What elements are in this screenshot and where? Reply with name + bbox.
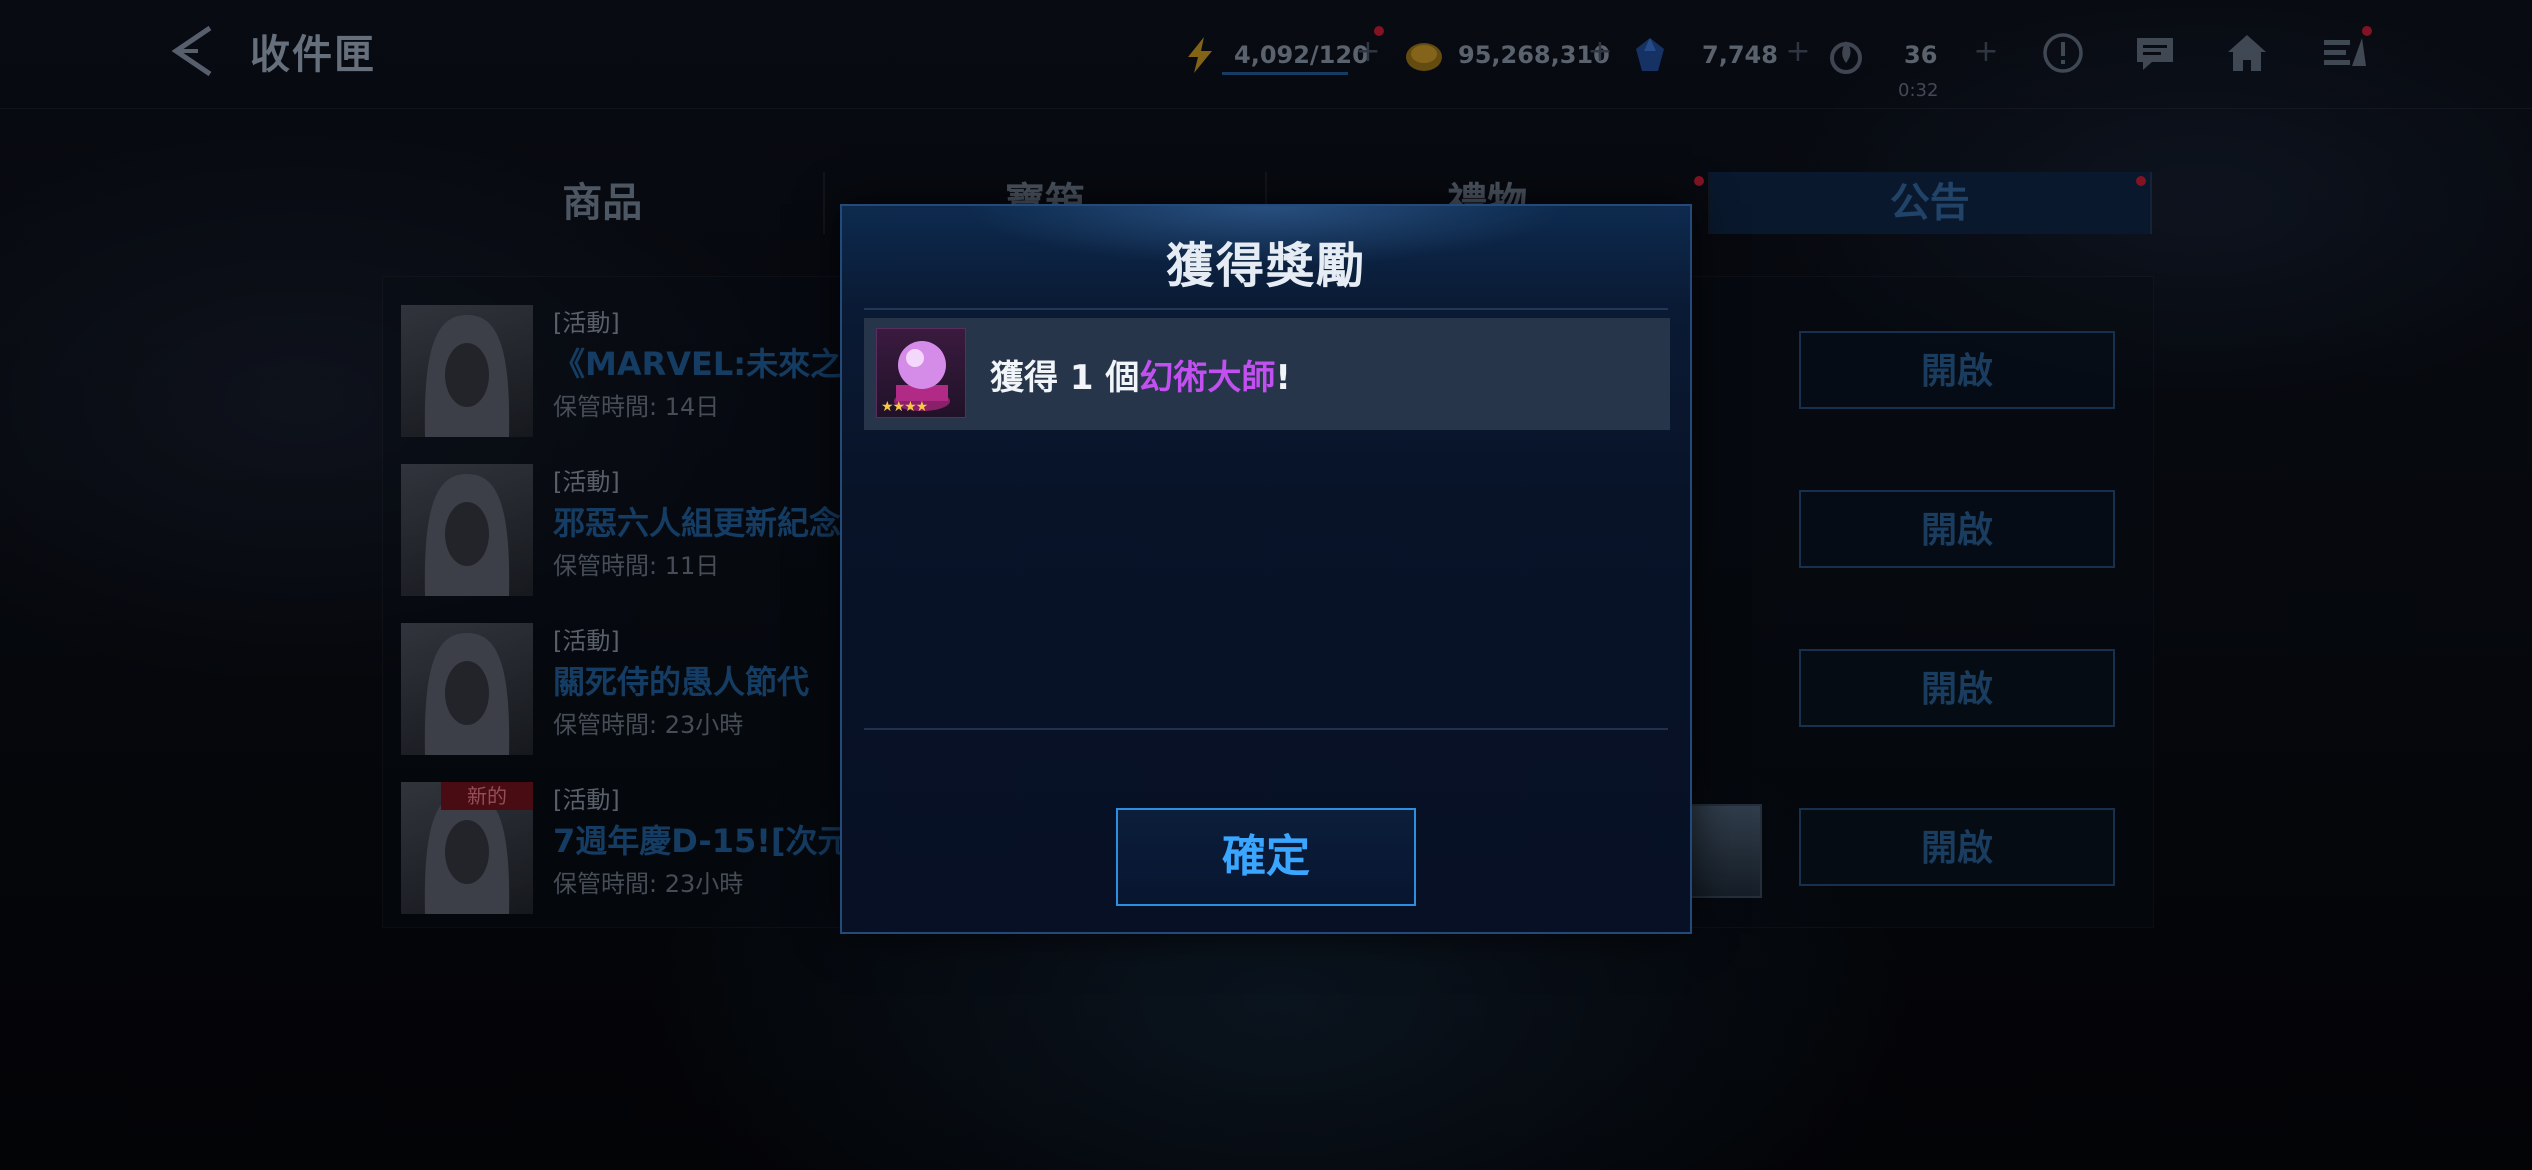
reward-item-row: ★★★★ 獲得 1 個幻術大師! [864, 318, 1670, 430]
star-rating: ★★★★ [881, 399, 928, 415]
reward-item-name: 幻術大師 [1139, 358, 1276, 398]
reward-dialog: 獲得獎勵 ★★★★ 獲得 1 個幻術大師! 確定 [840, 204, 1692, 934]
divider [864, 308, 1668, 310]
reward-suffix: ! [1275, 358, 1291, 398]
reward-prefix: 獲得 1 個 [990, 358, 1140, 398]
reward-message: 獲得 1 個幻術大師! [990, 350, 1291, 399]
confirm-button[interactable]: 確定 [1116, 808, 1416, 906]
divider [864, 728, 1668, 730]
dialog-title: 獲得獎勵 [1165, 238, 1366, 294]
crystal-ball-icon: ★★★★ [876, 328, 966, 418]
